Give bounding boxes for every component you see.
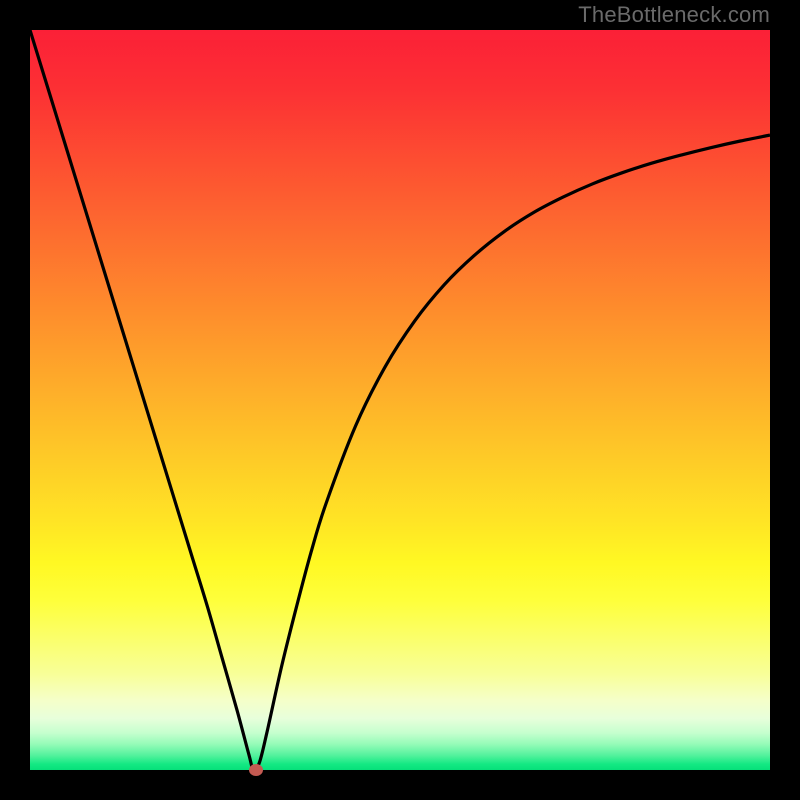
plot-area: [30, 30, 770, 770]
optimal-point-marker: [249, 764, 263, 776]
watermark-label: TheBottleneck.com: [578, 0, 770, 30]
chart-frame: TheBottleneck.com: [0, 0, 800, 800]
bottleneck-curve: [30, 30, 770, 770]
